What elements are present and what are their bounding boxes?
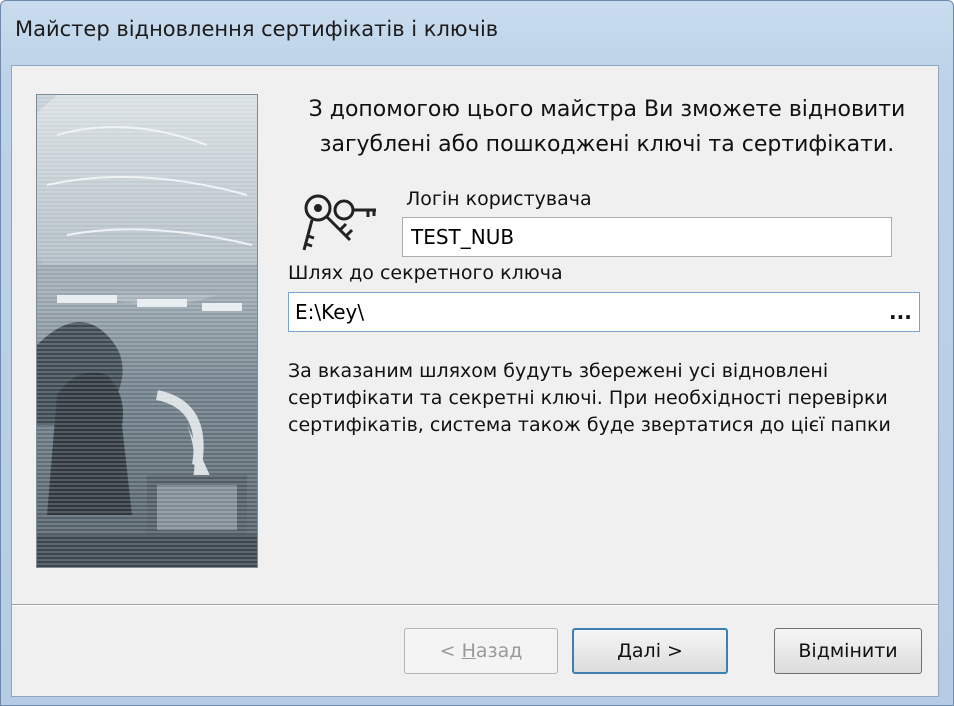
window-title: Майстер відновлення сертифікатів і ключі…	[15, 17, 499, 41]
button-separator	[12, 604, 938, 606]
back-button-mnemonic: Н	[461, 640, 476, 662]
next-button-rest: алі >	[631, 640, 683, 662]
login-input[interactable]	[402, 217, 892, 257]
wizard-illustration	[37, 95, 257, 567]
next-button-mnemonic: Д	[617, 640, 632, 662]
next-button[interactable]: Далі >	[572, 628, 728, 674]
intro-text: З допомогою цього майстра Ви зможете від…	[308, 97, 906, 157]
wizard-window: Майстер відновлення сертифікатів і ключі…	[0, 0, 954, 706]
back-button[interactable]: < Назад	[404, 628, 558, 674]
key-path-label: Шлях до секретного ключа	[288, 262, 563, 284]
key-path-input[interactable]	[289, 293, 879, 331]
back-button-prefix: <	[439, 640, 462, 662]
wizard-side-image	[36, 94, 258, 568]
login-label: Логін користувача	[406, 188, 592, 210]
back-button-rest: азад	[475, 640, 523, 662]
key-path-field: ...	[288, 292, 920, 332]
keys-icon	[302, 194, 376, 251]
description-text: За вказаним шляхом будуть збережені усі …	[288, 360, 891, 436]
title-bar[interactable]: Майстер відновлення сертифікатів і ключі…	[1, 1, 953, 63]
dialog-body: З допомогою цього майстра Ви зможете від…	[11, 65, 939, 697]
browse-button[interactable]: ...	[883, 295, 917, 329]
cancel-button[interactable]: Відмінити	[774, 628, 922, 674]
